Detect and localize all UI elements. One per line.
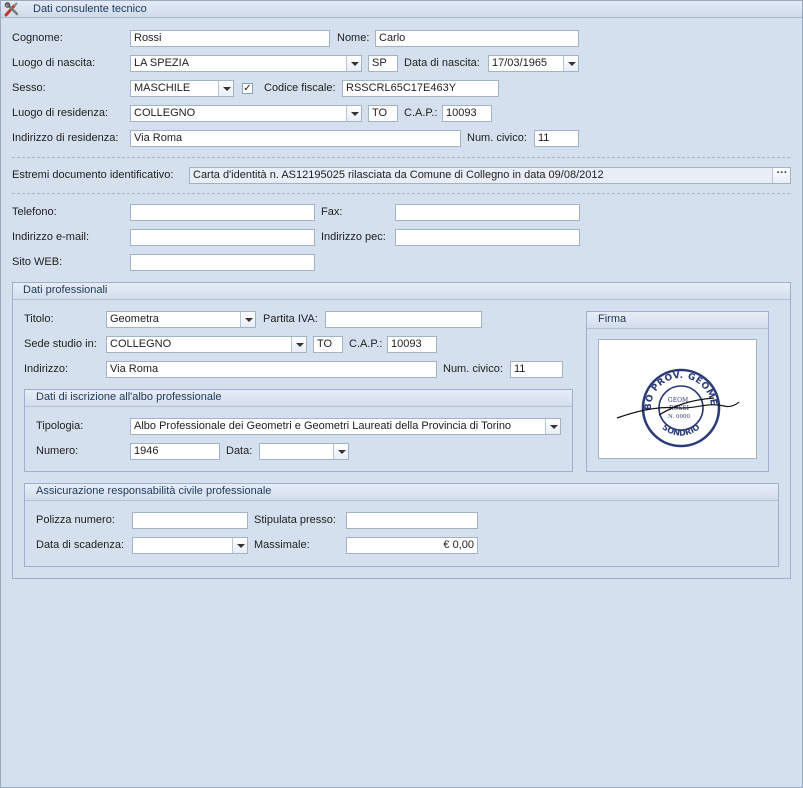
signature-stamp-image: ALBO PROV. GEOMETRI SONDRIO GEOM. ROSSI … [595,333,740,448]
polizza-label: Polizza numero: [36,514,115,526]
documento-field[interactable]: Carta d'identità n. AS12195025 rilasciat… [189,167,791,184]
pec-field[interactable] [395,229,580,246]
firma-title: Firma [598,313,627,325]
tools-icon [4,2,19,17]
codice-fiscale-field[interactable]: RSSCRL65C17E463Y [342,80,499,97]
documento-value: Carta d'identità n. AS12195025 rilasciat… [193,169,604,181]
cognome-field[interactable]: Rossi [130,30,330,47]
titolo-dropdown-button[interactable] [240,312,255,327]
documento-browse-button[interactable]: ··· [772,168,790,183]
luogo-nascita-dropdown-button[interactable] [346,56,361,71]
cap-residenza-field[interactable]: 10093 [442,105,492,122]
prov-residenza-field[interactable]: TO [368,105,398,122]
albo-title: Dati di iscrizione all'albo professional… [36,391,222,403]
svg-text:N. 0000: N. 0000 [668,414,690,420]
email-field[interactable] [130,229,315,246]
massimale-field[interactable]: € 0,00 [346,537,478,554]
titolo-combo[interactable]: Geometra [106,311,256,328]
title-bar: Dati consulente tecnico [1,1,802,18]
civico-residenza-label: Num. civico: [467,132,527,144]
sede-value: COLLEGNO [110,338,172,350]
luogo-residenza-combo[interactable]: COLLEGNO [130,105,362,122]
piva-label: Partita IVA: [263,313,318,325]
documento-label: Estremi documento identificativo: [12,169,174,181]
indirizzo-studio-label: Indirizzo: [24,363,69,375]
assicurazione-header: Assicurazione responsabilità civile prof… [25,484,778,501]
luogo-residenza-value: COLLEGNO [134,107,196,119]
data-nascita-dropdown-button[interactable] [563,56,578,71]
indirizzo-studio-field[interactable]: Via Roma [106,361,437,378]
sesso-value: MASCHILE [134,82,191,94]
data-iscrizione-label: Data: [226,445,253,457]
civico-studio-field[interactable]: 11 [510,361,563,378]
piva-field[interactable] [325,311,482,328]
luogo-nascita-value: LA SPEZIA [134,57,190,69]
telefono-field[interactable] [130,204,315,221]
tipologia-value: Albo Professionale dei Geometri e Geomet… [134,420,512,432]
data-nascita-value: 17/03/1965 [492,57,548,69]
fax-field[interactable] [395,204,580,221]
nome-field[interactable]: Carlo [375,30,579,47]
luogo-nascita-label: Luogo di nascita: [12,57,96,69]
luogo-nascita-combo[interactable]: LA SPEZIA [130,55,362,72]
numero-field[interactable]: 1946 [130,443,220,460]
prov-nascita-field[interactable]: SP [368,55,398,72]
dati-professionali-title: Dati professionali [23,284,108,296]
sesso-dropdown-button[interactable] [218,81,233,96]
polizza-field[interactable] [132,512,248,529]
separator [12,193,790,194]
pec-label: Indirizzo pec: [321,231,386,243]
cognome-label: Cognome: [12,32,63,44]
web-field[interactable] [130,254,315,271]
luogo-residenza-label: Luogo di residenza: [12,107,109,119]
indirizzo-residenza-field[interactable]: Via Roma [130,130,461,147]
data-iscrizione-dropdown-button[interactable] [333,444,348,459]
window-title: Dati consulente tecnico [33,3,147,15]
sesso-combo[interactable]: MASCHILE [130,80,234,97]
email-label: Indirizzo e-mail: [12,231,90,243]
signature-image-box[interactable]: ALBO PROV. GEOMETRI SONDRIO GEOM. ROSSI … [595,333,757,459]
titolo-value: Geometra [110,313,159,325]
prov-sede-field[interactable]: TO [313,336,343,353]
firma-header: Firma [587,312,768,329]
dati-professionali-header: Dati professionali [13,283,790,300]
stipulata-field[interactable] [346,512,478,529]
indirizzo-residenza-label: Indirizzo di residenza: [12,132,119,144]
stipulata-label: Stipulata presso: [254,514,336,526]
data-iscrizione-picker[interactable] [259,443,349,460]
albo-header: Dati di iscrizione all'albo professional… [25,390,572,407]
scadenza-picker[interactable] [132,537,248,554]
svg-text:SONDRIO: SONDRIO [661,422,702,437]
sede-dropdown-button[interactable] [291,337,306,352]
data-nascita-label: Data di nascita: [404,57,480,69]
civico-studio-label: Num. civico: [443,363,503,375]
numero-label: Numero: [36,445,79,457]
web-label: Sito WEB: [12,256,63,268]
codice-fiscale-checkbox[interactable]: ✓ [242,83,253,94]
scadenza-label: Data di scadenza: [36,539,125,551]
assicurazione-title: Assicurazione responsabilità civile prof… [36,485,272,497]
cap-sede-label: C.A.P.: [349,338,383,350]
cap-residenza-label: C.A.P.: [404,107,438,119]
sede-label: Sede studio in: [24,338,97,350]
titolo-label: Titolo: [24,313,54,325]
tipologia-label: Tipologia: [36,420,84,432]
sede-combo[interactable]: COLLEGNO [106,336,307,353]
data-nascita-picker[interactable]: 17/03/1965 [488,55,579,72]
fax-label: Fax: [321,206,343,218]
nome-label: Nome: [337,32,370,44]
tipologia-dropdown-button[interactable] [545,419,560,434]
separator [12,157,790,158]
luogo-residenza-dropdown-button[interactable] [346,106,361,121]
scadenza-dropdown-button[interactable] [232,538,247,553]
cap-sede-field[interactable]: 10093 [387,336,437,353]
codice-fiscale-label: Codice fiscale: [264,82,336,94]
massimale-label: Massimale: [254,539,310,551]
tipologia-combo[interactable]: Albo Professionale dei Geometri e Geomet… [130,418,561,435]
civico-residenza-field[interactable]: 11 [534,130,579,147]
telefono-label: Telefono: [12,206,57,218]
sesso-label: Sesso: [12,82,46,94]
